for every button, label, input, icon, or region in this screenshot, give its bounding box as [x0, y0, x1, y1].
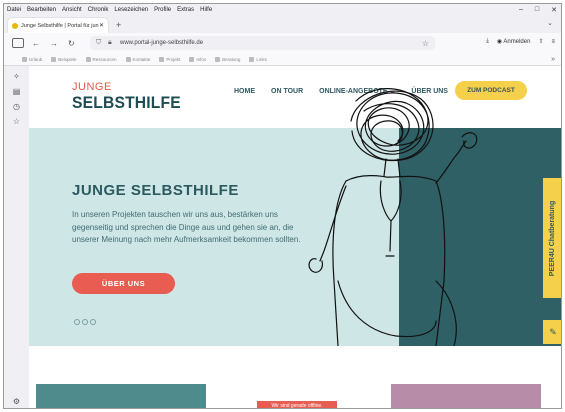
close-window-button[interactable]: ✕ — [551, 6, 557, 14]
logo-bottom-text: SELBSTHILFE — [72, 93, 181, 112]
bookmark-item[interactable]: Links — [249, 56, 267, 62]
window-controls: – □ ✕ — [519, 4, 557, 15]
tab-title: Junge Selbsthilfe | Portal für jun — [21, 22, 99, 29]
bookmarks-bar: Urlaub Beispiele Ressourcen Kontakte Pro… — [4, 53, 561, 66]
bookmark-item[interactable]: Kontakte — [125, 56, 150, 62]
bookmark-item[interactable]: Infos — [189, 56, 206, 62]
bookmark-item[interactable]: Ressourcen — [85, 56, 117, 62]
url-text[interactable]: www.portal-junge-selbsthilfe.de — [120, 40, 203, 46]
bookmark-favicon-icon — [22, 56, 27, 62]
history-icon[interactable]: ◷ — [13, 102, 20, 111]
bookmark-favicon-icon — [51, 56, 57, 62]
bookmark-item[interactable]: Urlaub — [22, 56, 42, 62]
extensions-icon[interactable]: ⇧ — [538, 38, 543, 45]
minimize-button[interactable]: – — [519, 6, 523, 13]
favicon-icon — [12, 22, 18, 29]
account-label: Anmelden — [503, 39, 531, 45]
menu-profiles[interactable]: Profile — [154, 7, 171, 13]
new-tab-button[interactable]: + — [116, 20, 121, 33]
toolbar-right: ⤓ ◉ Anmelden ⇧ ≡ — [486, 38, 555, 45]
bookmark-favicon-icon — [125, 56, 131, 62]
shield-icon[interactable]: ⛉ — [96, 39, 101, 47]
teaser-image-left[interactable] — [36, 384, 206, 408]
nav-home[interactable]: HOME — [234, 88, 255, 95]
gear-icon[interactable]: ⚙ — [13, 397, 20, 406]
hero-text: In unseren Projekten tauschen wir uns au… — [72, 210, 301, 244]
bookmark-favicon-icon — [215, 56, 221, 62]
menu-tools[interactable]: Extras — [177, 7, 194, 13]
close-tab-icon[interactable]: ✕ — [99, 22, 104, 29]
chat-pen-icon[interactable]: ✎ — [543, 320, 561, 344]
menu-icon[interactable]: ≡ — [551, 39, 555, 45]
logo-top-text: JUNGE — [72, 81, 112, 93]
back-button[interactable]: ← — [32, 39, 40, 48]
list-tabs-icon[interactable]: ⌄ — [547, 19, 553, 27]
slider-dot[interactable] — [90, 319, 96, 325]
slider-dots — [74, 319, 96, 325]
menu-file[interactable]: Datei — [7, 7, 21, 13]
bookmark-favicon-icon — [85, 56, 91, 62]
sidebar-toggle-icon[interactable] — [12, 38, 24, 48]
peer4u-chat-tab[interactable]: PEER4U Chatberatung — [543, 178, 561, 298]
bookmark-item[interactable]: Beispiele — [51, 56, 77, 62]
reload-button[interactable]: ↻ — [68, 39, 75, 48]
teaser-image-right[interactable] — [391, 384, 541, 408]
maximize-button[interactable]: □ — [535, 6, 539, 13]
bookmark-favicon-icon — [159, 56, 165, 62]
navigation-bar: ← → ↻ ⛉ 🔒︎ www.portal-junge-selbsthilfe.… — [4, 33, 561, 53]
bookmark-star-icon[interactable]: ☆ — [422, 39, 429, 48]
menu-view[interactable]: Ansicht — [62, 7, 82, 13]
ueber-uns-button[interactable]: ÜBER UNS — [72, 273, 175, 294]
bookmark-favicon-icon — [189, 56, 195, 62]
account-button[interactable]: ◉ Anmelden — [497, 38, 531, 45]
tab-bar: Junge Selbsthilfe | Portal für jun ✕ + ⌄ — [4, 15, 561, 33]
menu-bookmarks[interactable]: Lesezeichen — [114, 7, 148, 13]
page-content: JUNGE SELBSTHILFE HOME ON TOUR ONLINE-AN… — [29, 66, 561, 408]
bookmark-item[interactable]: Projekt — [159, 56, 180, 62]
chat-tab-label: PEER4U Chatberatung — [549, 200, 557, 276]
bookmark-item[interactable]: Beratung — [215, 56, 240, 62]
synced-tabs-icon[interactable]: ▤ — [13, 87, 21, 96]
hero-title: JUNGE SELBSTHILFE — [72, 182, 239, 199]
slider-dot[interactable] — [82, 319, 88, 325]
chat-offline-banner[interactable]: Wir sind gerade offline. — [257, 401, 337, 408]
ai-chatbot-icon[interactable]: ✧ — [13, 72, 20, 81]
bookmark-favicon-icon — [249, 56, 255, 62]
downloads-icon[interactable]: ⤓ — [486, 38, 489, 45]
hero-illustration — [308, 88, 478, 346]
forward-button[interactable]: → — [50, 39, 58, 48]
more-bookmarks-icon[interactable]: » — [551, 56, 555, 63]
lock-icon[interactable]: 🔒︎ — [108, 39, 112, 47]
menubar: Datei Bearbeiten Ansicht Chronik Lesezei… — [4, 4, 561, 15]
menu-history[interactable]: Chronik — [88, 7, 109, 13]
slider-dot[interactable] — [74, 319, 80, 325]
bookmarks-icon[interactable]: ☆ — [13, 117, 20, 126]
menu-edit[interactable]: Bearbeiten — [27, 7, 56, 13]
tab-junge-selbsthilfe[interactable]: Junge Selbsthilfe | Portal für jun ✕ — [8, 18, 108, 33]
address-bar[interactable]: ⛉ 🔒︎ www.portal-junge-selbsthilfe.de ☆ — [90, 36, 435, 50]
browser-sidebar: ✧ ▤ ◷ ☆ ⚙ — [4, 66, 29, 408]
browser-window: Datei Bearbeiten Ansicht Chronik Lesezei… — [3, 3, 562, 409]
site-logo[interactable]: JUNGE SELBSTHILFE — [72, 78, 190, 112]
menu-help[interactable]: Hilfe — [200, 7, 212, 13]
